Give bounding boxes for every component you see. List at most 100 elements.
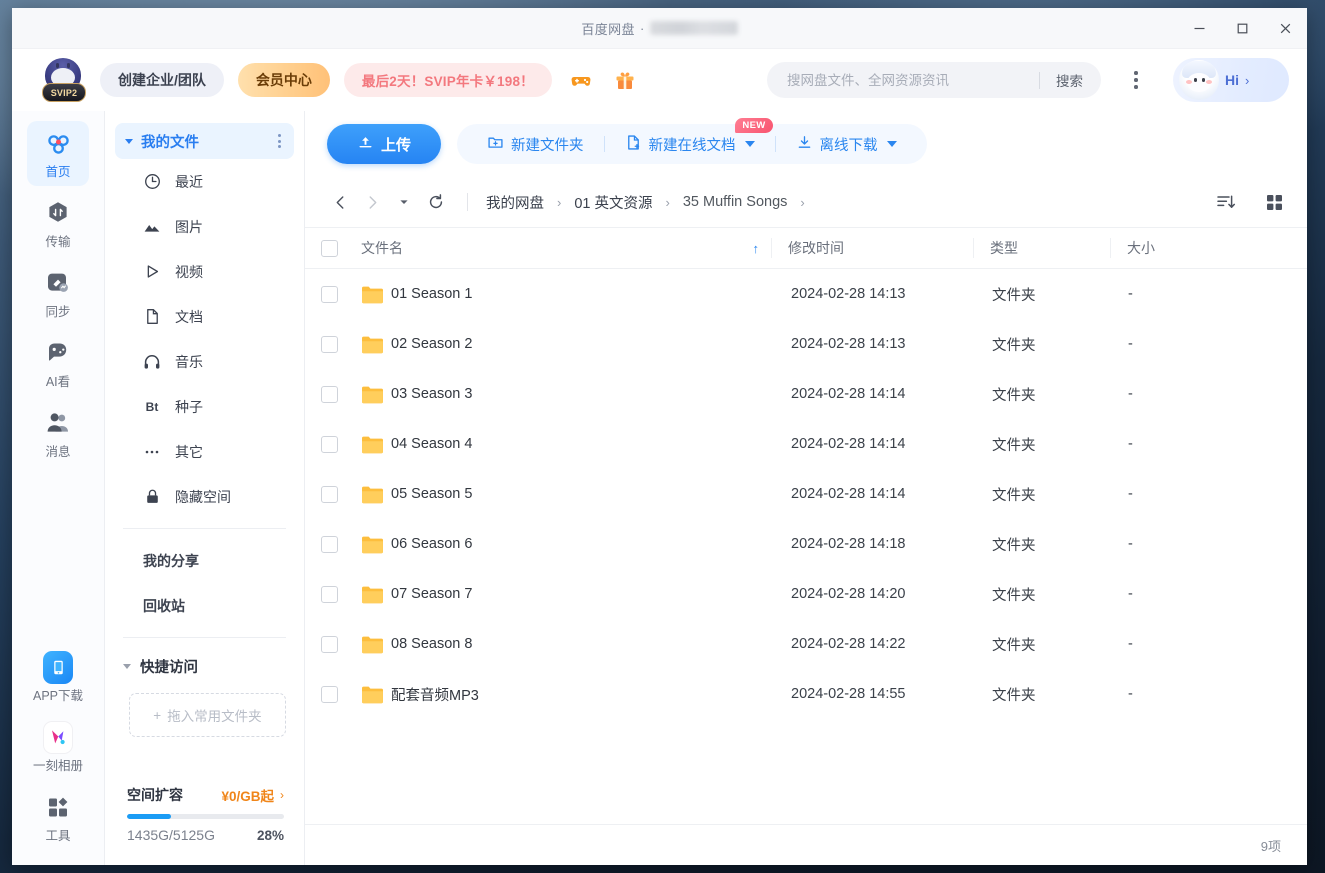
folder-icon: [361, 685, 383, 704]
table-row[interactable]: 01 Season 12024-02-28 14:13文件夹-: [305, 269, 1307, 319]
user-account-button[interactable]: Hi ›: [1173, 58, 1289, 102]
column-header-type[interactable]: 类型: [973, 238, 1110, 258]
sidebar-item-sync[interactable]: 同步: [27, 261, 89, 326]
sidebar-item-tools[interactable]: 工具: [27, 785, 89, 850]
quick-access-dropzone[interactable]: + 拖入常用文件夹: [129, 693, 286, 737]
gamepad-icon[interactable]: [566, 65, 596, 95]
offline-download-button[interactable]: 离线下载: [784, 134, 909, 155]
refresh-button[interactable]: [421, 187, 451, 217]
new-folder-button[interactable]: 新建文件夹: [475, 134, 596, 155]
sidebar-item-album[interactable]: 一刻相册: [27, 715, 89, 780]
phone-download-icon: [43, 652, 73, 682]
tree-item-others[interactable]: 其它: [105, 429, 304, 474]
search-divider: [1039, 72, 1040, 89]
column-header-size[interactable]: 大小: [1110, 238, 1244, 258]
file-name-cell[interactable]: 04 Season 4: [361, 435, 775, 454]
sidebar-item-home[interactable]: 首页: [27, 121, 89, 186]
tree-item-torrents[interactable]: Bt 种子: [105, 384, 304, 429]
svip-logo-icon[interactable]: SVIP2: [40, 57, 86, 103]
vip-center-button[interactable]: 会员中心: [238, 63, 330, 97]
file-name-cell[interactable]: 06 Season 6: [361, 535, 775, 554]
table-row[interactable]: 05 Season 52024-02-28 14:14文件夹-: [305, 469, 1307, 519]
sidebar-item-ai-view-label: AI看: [46, 371, 70, 390]
tree-item-images[interactable]: 图片: [105, 204, 304, 249]
sidebar-item-transfer[interactable]: 传输: [27, 191, 89, 256]
row-checkbox[interactable]: [321, 636, 338, 653]
sidebar-item-album-label: 一刻相册: [33, 755, 83, 774]
desktop-background: 百度网盘 ·: [0, 0, 1325, 873]
tree-item-recycle-bin[interactable]: 回收站: [105, 583, 304, 628]
sort-list-icon[interactable]: [1211, 187, 1241, 217]
row-checkbox[interactable]: [321, 586, 338, 603]
row-checkbox[interactable]: [321, 336, 338, 353]
breadcrumb-item-2[interactable]: 35 Muffin Songs: [681, 192, 790, 212]
table-row[interactable]: 03 Season 32024-02-28 14:14文件夹-: [305, 369, 1307, 419]
table-row[interactable]: 04 Season 42024-02-28 14:14文件夹-: [305, 419, 1307, 469]
table-row[interactable]: 02 Season 22024-02-28 14:13文件夹-: [305, 319, 1307, 369]
tree-item-recent[interactable]: 最近: [105, 159, 304, 204]
column-header-modified[interactable]: 修改时间: [771, 238, 973, 258]
create-team-button[interactable]: 创建企业/团队: [100, 63, 224, 97]
file-name-cell[interactable]: 配套音频MP3: [361, 684, 775, 705]
breadcrumb-item-1[interactable]: 01 英文资源: [572, 190, 654, 215]
table-row[interactable]: 配套音频MP32024-02-28 14:55文件夹-: [305, 669, 1307, 719]
file-name-cell[interactable]: 05 Season 5: [361, 485, 775, 504]
quick-access-section[interactable]: 快捷访问: [105, 647, 304, 685]
table-row[interactable]: 08 Season 82024-02-28 14:22文件夹-: [305, 619, 1307, 669]
gift-icon[interactable]: [610, 65, 640, 95]
file-name-cell[interactable]: 08 Season 8: [361, 635, 775, 654]
kebab-menu-icon[interactable]: [275, 134, 284, 148]
tree-item-videos[interactable]: 视频: [105, 249, 304, 294]
forward-button[interactable]: [357, 187, 387, 217]
file-type-cell: 文件夹: [976, 684, 1112, 705]
table-row[interactable]: 07 Season 72024-02-28 14:20文件夹-: [305, 569, 1307, 619]
promo-banner-button[interactable]: 最后2天！SVIP年卡￥198！: [344, 63, 552, 97]
upload-button[interactable]: 上传: [327, 124, 441, 164]
kebab-menu-icon[interactable]: [1121, 63, 1151, 97]
storage-price-link[interactable]: ¥0/GB起: [221, 785, 274, 805]
back-button[interactable]: [325, 187, 355, 217]
column-header-name[interactable]: 文件名 ↑: [361, 238, 771, 258]
divider: [123, 637, 286, 638]
minimize-icon[interactable]: [1178, 8, 1221, 48]
row-checkbox[interactable]: [321, 536, 338, 553]
search-bar[interactable]: 搜索: [767, 62, 1101, 98]
file-name-cell[interactable]: 03 Season 3: [361, 385, 775, 404]
search-button[interactable]: 搜索: [1042, 70, 1097, 90]
table-row[interactable]: 06 Season 62024-02-28 14:18文件夹-: [305, 519, 1307, 569]
sidebar-item-app-download[interactable]: APP下载: [27, 645, 89, 710]
sidebar-item-ai-view[interactable]: AI看: [27, 331, 89, 396]
vertical-scrollbar[interactable]: [1301, 269, 1307, 824]
tree-item-my-files[interactable]: 我的文件: [115, 123, 294, 159]
row-checkbox[interactable]: [321, 486, 338, 503]
clock-icon: [143, 173, 161, 191]
file-name-cell[interactable]: 02 Season 2: [361, 335, 775, 354]
breadcrumb-item-0[interactable]: 我的网盘: [484, 190, 546, 215]
row-checkbox[interactable]: [321, 436, 338, 453]
file-type-cell: 文件夹: [976, 334, 1112, 355]
tree-item-hidden-space[interactable]: 隐藏空间: [105, 474, 304, 519]
row-checkbox-cell: [321, 586, 361, 603]
maximize-icon[interactable]: [1221, 8, 1264, 48]
close-icon[interactable]: [1264, 8, 1307, 48]
file-name-label: 07 Season 7: [391, 586, 472, 602]
search-input[interactable]: [785, 72, 1037, 89]
new-online-doc-button[interactable]: 新建在线文档 NEW: [613, 134, 767, 155]
window-title-separator: ·: [640, 21, 645, 36]
chevron-right-icon: ›: [666, 195, 670, 210]
file-name-cell[interactable]: 07 Season 7: [361, 585, 775, 604]
row-checkbox[interactable]: [321, 386, 338, 403]
select-all-checkbox[interactable]: [321, 240, 338, 257]
history-dropdown-button[interactable]: [389, 187, 419, 217]
home-icon: [43, 128, 73, 158]
row-checkbox[interactable]: [321, 286, 338, 303]
tree-item-music[interactable]: 音乐: [105, 339, 304, 384]
row-checkbox[interactable]: [321, 686, 338, 703]
file-name-cell[interactable]: 01 Season 1: [361, 285, 775, 304]
tree-item-documents[interactable]: 文档: [105, 294, 304, 339]
tree-item-my-shares[interactable]: 我的分享: [105, 538, 304, 583]
grid-view-icon[interactable]: [1259, 187, 1289, 217]
new-badge: NEW: [735, 118, 772, 134]
doc-plus-icon: [625, 134, 642, 155]
sidebar-item-messages[interactable]: 消息: [27, 401, 89, 466]
